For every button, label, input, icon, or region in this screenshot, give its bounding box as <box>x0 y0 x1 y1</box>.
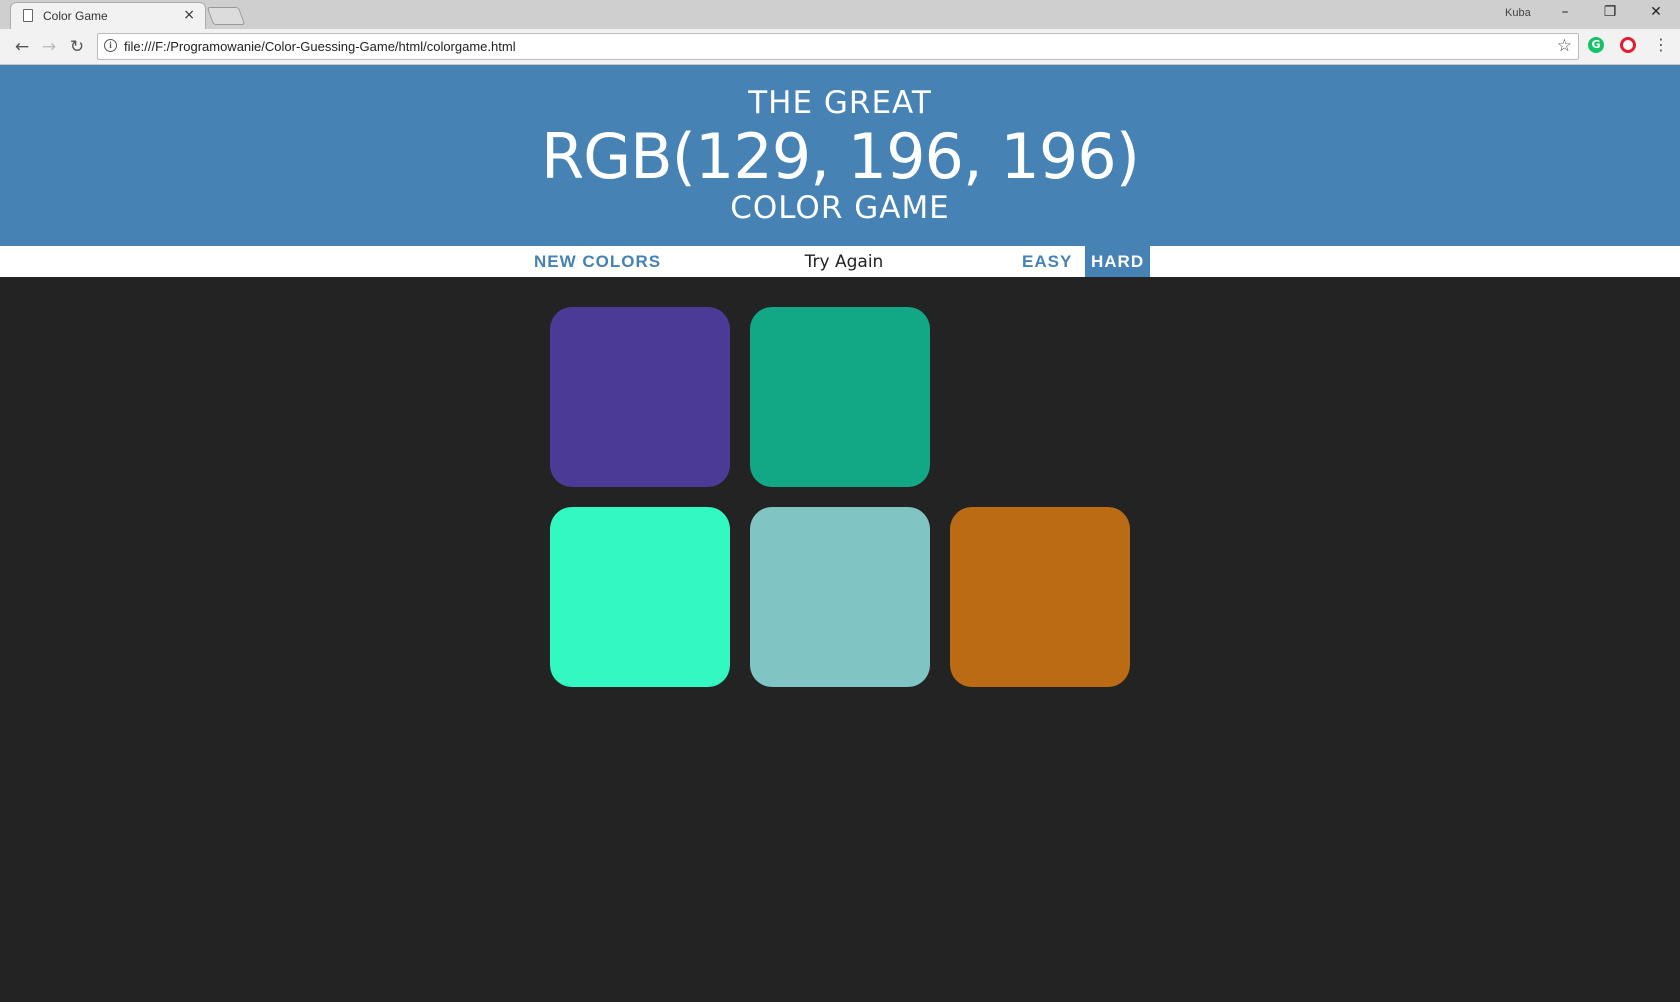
window-close-icon[interactable]: ✕ <box>1646 4 1666 20</box>
game-page: THE GREAT RGB(129, 196, 196) COLOR GAME … <box>0 65 1680 1002</box>
browser-tab[interactable]: Color Game × <box>10 2 206 29</box>
color-square[interactable] <box>550 307 730 487</box>
hard-mode-button[interactable]: HARD <box>1085 246 1150 277</box>
header-line-the-great: THE GREAT <box>748 85 932 121</box>
star-icon[interactable]: ☆ <box>1557 36 1572 56</box>
tab-close-icon[interactable]: × <box>183 7 195 23</box>
color-square[interactable] <box>550 507 730 687</box>
minimize-icon[interactable]: – <box>1555 4 1575 20</box>
grammarly-extension-icon[interactable]: G <box>1588 37 1604 53</box>
controls-stripe: NEW COLORS Try Again EASY HARD <box>0 246 1680 277</box>
color-squares-container <box>0 277 1680 1002</box>
status-message: Try Again <box>804 252 884 272</box>
document-icon <box>23 9 33 22</box>
restore-icon[interactable]: ❐ <box>1600 4 1620 20</box>
browser-menu-icon[interactable]: ⋮ <box>1653 36 1669 54</box>
color-square[interactable] <box>950 507 1130 687</box>
tab-title: Color Game <box>43 9 108 23</box>
new-tab-button[interactable] <box>206 7 246 25</box>
reload-icon[interactable]: ↻ <box>67 37 87 57</box>
header-line-color-game: COLOR GAME <box>730 190 950 226</box>
color-square[interactable] <box>750 507 930 687</box>
profile-name[interactable]: Kuba <box>1505 7 1531 19</box>
address-bar[interactable]: i file:///F:/Programowanie/Color-Guessin… <box>97 33 1579 60</box>
game-header: THE GREAT RGB(129, 196, 196) COLOR GAME <box>0 65 1680 246</box>
easy-mode-button[interactable]: EASY <box>1016 246 1078 277</box>
color-square[interactable] <box>950 307 1130 487</box>
target-color-display: RGB(129, 196, 196) <box>541 120 1140 193</box>
opera-extension-icon[interactable] <box>1620 37 1636 53</box>
url-text[interactable]: file:///F:/Programowanie/Color-Guessing-… <box>124 39 516 54</box>
new-colors-button[interactable]: NEW COLORS <box>528 246 667 277</box>
color-square[interactable] <box>750 307 930 487</box>
browser-tabstrip: Color Game × Kuba – ❐ ✕ <box>0 0 1680 29</box>
forward-icon[interactable]: → <box>39 37 59 57</box>
browser-toolbar: ← → ↻ i file:///F:/Programowanie/Color-G… <box>0 29 1680 65</box>
info-icon[interactable]: i <box>104 39 117 52</box>
back-icon[interactable]: ← <box>12 37 32 57</box>
